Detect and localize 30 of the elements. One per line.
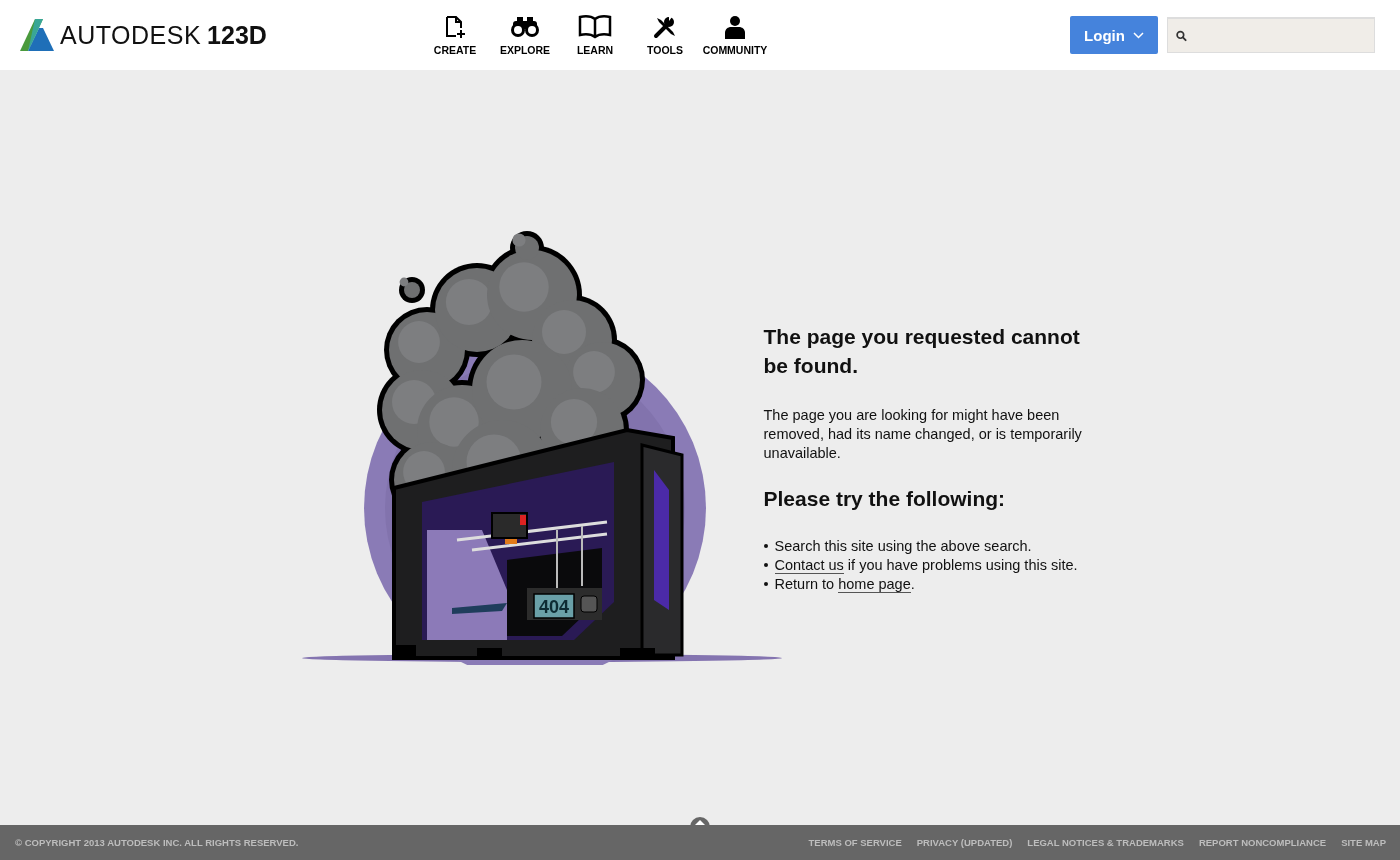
wrench-screwdriver-icon <box>653 14 677 39</box>
binoculars-icon <box>510 14 540 39</box>
login-button[interactable]: Login <box>1070 16 1158 54</box>
bullet-dot <box>763 582 768 586</box>
error-description: The page you are looking for might have been removed, had its name changed, or is temporarily unavailable. <box>763 405 1083 463</box>
new-document-icon <box>444 14 466 39</box>
nav-link[interactable]: COMMUNITY <box>700 14 770 56</box>
suggestions-heading: Please try the following: <box>763 486 1007 511</box>
copyright-text: © COPYRIGHT 2013 AUTODESK INC. ALL RIGHTS RESERVED. <box>15 837 299 848</box>
suggestion-text: Return to home page. <box>774 574 915 594</box>
product-name: 123D <box>207 20 267 50</box>
brand-name: AUTODESK <box>60 20 202 50</box>
error-heading: The page you requested cannot be found. <box>763 323 1081 379</box>
suggestion-link[interactable]: home page <box>838 575 911 593</box>
nav-link[interactable]: CREATE <box>420 14 490 56</box>
suggestion-text: Contact us if you have problems using this site. <box>774 555 1078 575</box>
caret-icon <box>1132 31 1144 39</box>
suggestion-link[interactable]: Contact us <box>774 556 844 574</box>
bullet-dot <box>763 544 768 548</box>
suggestion-text: Search this site using the above search. <box>774 536 1032 556</box>
scroll-top-button[interactable] <box>690 817 710 827</box>
nav-link[interactable]: LEARN <box>560 14 630 56</box>
printer-display-text: 404 <box>538 597 569 617</box>
person-icon <box>724 14 746 39</box>
open-book-icon <box>578 14 612 39</box>
search-field[interactable] <box>1167 17 1375 53</box>
nav-link[interactable]: EXPLORE <box>490 14 560 56</box>
nav-link[interactable]: TOOLS <box>630 14 700 56</box>
bullet-dot <box>763 563 768 567</box>
autodesk-logo-icon <box>20 19 54 51</box>
